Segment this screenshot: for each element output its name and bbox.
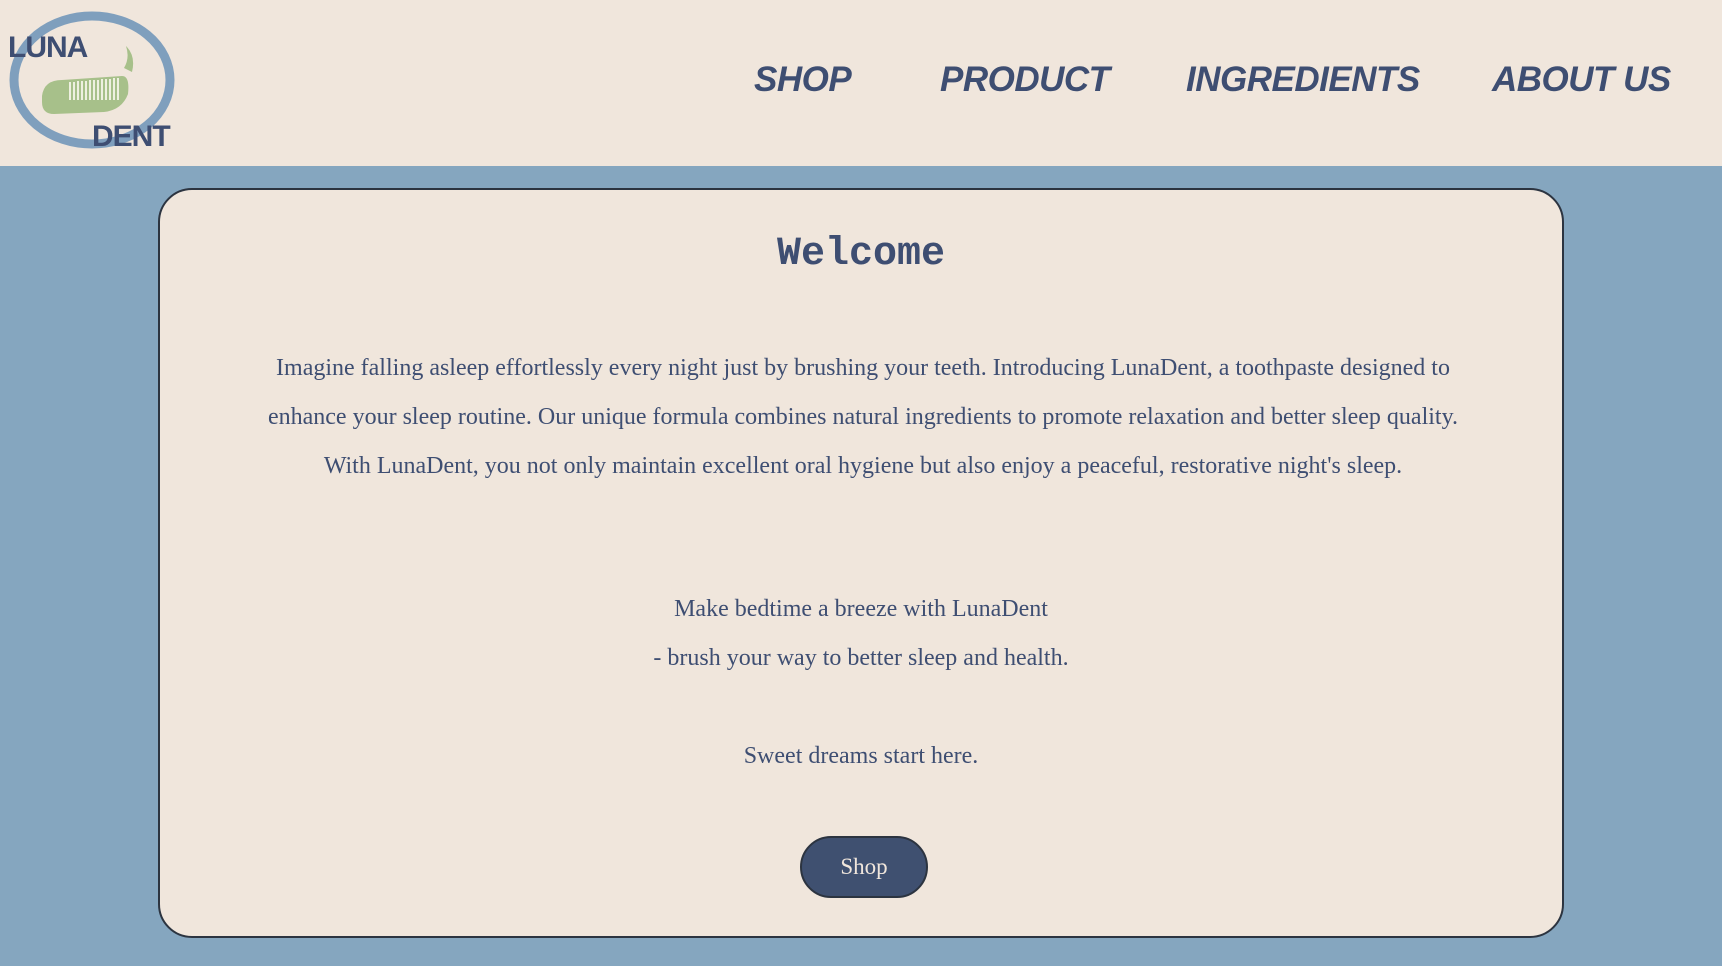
- intro-paragraph: Imagine falling asleep effortlessly ever…: [267, 355, 1459, 479]
- logo-text-bottom: DENT: [92, 120, 170, 153]
- site-header: LUNA DENT SHOP PRODUCT INGREDIENTS ABOUT…: [0, 0, 1722, 166]
- nav-link-ingredients[interactable]: INGREDIENTS: [1186, 60, 1420, 100]
- main-nav: SHOP PRODUCT INGREDIENTS ABOUT US: [0, 60, 1722, 110]
- welcome-card: Welcome Imagine falling asleep effortles…: [158, 188, 1564, 938]
- tagline-line-2: - brush your way to better sleep and hea…: [653, 645, 1069, 671]
- nav-link-shop[interactable]: SHOP: [754, 60, 852, 100]
- tagline-line-1: Make bedtime a breeze with LunaDent: [674, 596, 1048, 622]
- shop-button[interactable]: Shop: [800, 836, 928, 898]
- closing-text: Sweet dreams start here.: [743, 743, 979, 769]
- nav-link-about-us[interactable]: ABOUT US: [1492, 60, 1671, 100]
- nav-link-product[interactable]: PRODUCT: [940, 60, 1110, 100]
- welcome-heading: Welcome: [776, 232, 946, 277]
